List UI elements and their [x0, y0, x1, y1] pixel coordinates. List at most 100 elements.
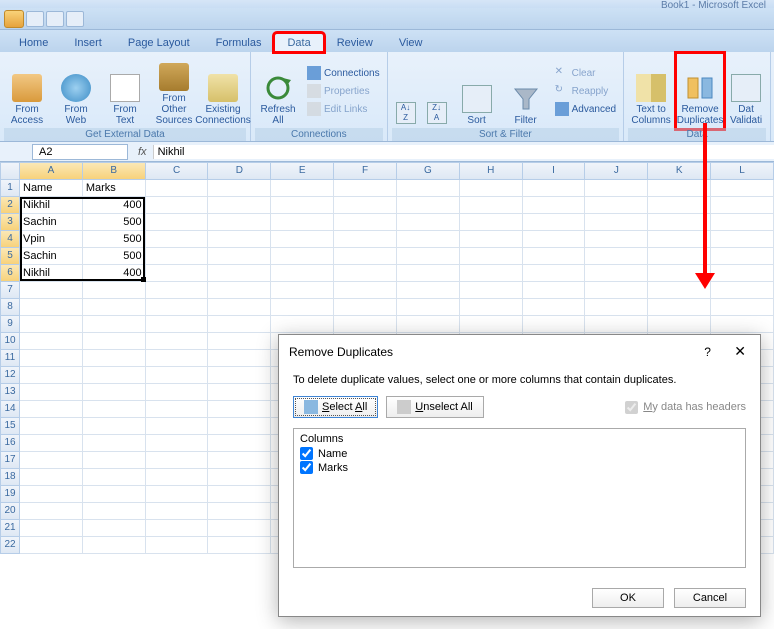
- row-header[interactable]: 15: [0, 418, 20, 435]
- cell[interactable]: [83, 537, 146, 554]
- cell[interactable]: [585, 214, 648, 231]
- cell[interactable]: [334, 231, 397, 248]
- fx-icon[interactable]: fx: [132, 146, 153, 158]
- cell[interactable]: [334, 214, 397, 231]
- cell[interactable]: [146, 316, 209, 333]
- cell[interactable]: [146, 418, 209, 435]
- cell[interactable]: [83, 401, 146, 418]
- cell[interactable]: [208, 316, 271, 333]
- cell[interactable]: [208, 350, 271, 367]
- cell[interactable]: [208, 452, 271, 469]
- cell[interactable]: [208, 265, 271, 282]
- column-header[interactable]: G: [397, 162, 460, 180]
- column-header[interactable]: E: [271, 162, 334, 180]
- row-header[interactable]: 3: [0, 214, 20, 231]
- row-header[interactable]: 6: [0, 265, 20, 282]
- cell[interactable]: [20, 367, 83, 384]
- cell[interactable]: [20, 299, 83, 316]
- cell[interactable]: [523, 248, 586, 265]
- cell[interactable]: [83, 384, 146, 401]
- cell[interactable]: [271, 180, 334, 197]
- cell[interactable]: [648, 214, 711, 231]
- sort-za-button[interactable]: Z↓A: [423, 54, 451, 128]
- cell[interactable]: [271, 231, 334, 248]
- cell[interactable]: [208, 282, 271, 299]
- cell[interactable]: [208, 486, 271, 503]
- cell[interactable]: [648, 299, 711, 316]
- cell[interactable]: [523, 316, 586, 333]
- cell[interactable]: [146, 282, 209, 299]
- cell[interactable]: [648, 282, 711, 299]
- cell[interactable]: [83, 435, 146, 452]
- cell[interactable]: [523, 299, 586, 316]
- name-box[interactable]: A2: [32, 144, 128, 160]
- properties-button[interactable]: Properties: [304, 83, 383, 99]
- row-header[interactable]: 9: [0, 316, 20, 333]
- cell[interactable]: [208, 537, 271, 554]
- dialog-close-button[interactable]: ✕: [730, 343, 750, 359]
- from-access-button[interactable]: FromAccess: [4, 54, 50, 128]
- cell[interactable]: [20, 350, 83, 367]
- cell[interactable]: [83, 282, 146, 299]
- cell[interactable]: [146, 350, 209, 367]
- cell[interactable]: [585, 248, 648, 265]
- cell[interactable]: Nikhil: [20, 197, 83, 214]
- unselect-all-button[interactable]: Unselect All: [386, 396, 483, 418]
- cell[interactable]: [523, 197, 586, 214]
- column-header[interactable]: J: [585, 162, 648, 180]
- row-header[interactable]: 7: [0, 282, 20, 299]
- cell[interactable]: [146, 197, 209, 214]
- filter-button[interactable]: Filter: [503, 54, 549, 128]
- cell[interactable]: [20, 537, 83, 554]
- cell[interactable]: [460, 282, 523, 299]
- column-header[interactable]: C: [146, 162, 209, 180]
- row-header[interactable]: 20: [0, 503, 20, 520]
- cell[interactable]: [83, 299, 146, 316]
- cell[interactable]: 500: [83, 248, 146, 265]
- cell[interactable]: [334, 180, 397, 197]
- cell[interactable]: [208, 435, 271, 452]
- cell[interactable]: [83, 350, 146, 367]
- qat-redo-icon[interactable]: [66, 11, 84, 27]
- cell[interactable]: [20, 503, 83, 520]
- cell[interactable]: [585, 180, 648, 197]
- cell[interactable]: [208, 248, 271, 265]
- cell[interactable]: [20, 520, 83, 537]
- cell[interactable]: [648, 197, 711, 214]
- cell[interactable]: Marks: [83, 180, 146, 197]
- cell[interactable]: [523, 214, 586, 231]
- cell[interactable]: [334, 248, 397, 265]
- select-all-button[interactable]: Select All: [293, 396, 378, 418]
- cell[interactable]: [334, 197, 397, 214]
- cell[interactable]: [208, 214, 271, 231]
- cell[interactable]: [397, 248, 460, 265]
- cell[interactable]: [20, 435, 83, 452]
- cell[interactable]: [460, 197, 523, 214]
- cell[interactable]: [83, 418, 146, 435]
- cell[interactable]: [208, 469, 271, 486]
- cell[interactable]: [146, 333, 209, 350]
- cell[interactable]: [585, 197, 648, 214]
- from-other-sources-button[interactable]: From OtherSources: [151, 54, 197, 128]
- cell[interactable]: [83, 333, 146, 350]
- row-header[interactable]: 12: [0, 367, 20, 384]
- cell[interactable]: [146, 401, 209, 418]
- cell[interactable]: [523, 180, 586, 197]
- row-header[interactable]: 13: [0, 384, 20, 401]
- cell[interactable]: [523, 265, 586, 282]
- cell[interactable]: Sachin: [20, 248, 83, 265]
- cell[interactable]: [271, 214, 334, 231]
- connections-button[interactable]: Connections: [304, 65, 383, 81]
- cell[interactable]: [271, 265, 334, 282]
- existing-connections-button[interactable]: ExistingConnections: [200, 54, 246, 128]
- cell[interactable]: [648, 180, 711, 197]
- cell[interactable]: [83, 367, 146, 384]
- cell[interactable]: [83, 520, 146, 537]
- cell[interactable]: [397, 299, 460, 316]
- cell[interactable]: [460, 180, 523, 197]
- cell[interactable]: [711, 180, 774, 197]
- row-header[interactable]: 19: [0, 486, 20, 503]
- tab-review[interactable]: Review: [324, 33, 386, 52]
- cell[interactable]: [271, 299, 334, 316]
- cell[interactable]: [208, 503, 271, 520]
